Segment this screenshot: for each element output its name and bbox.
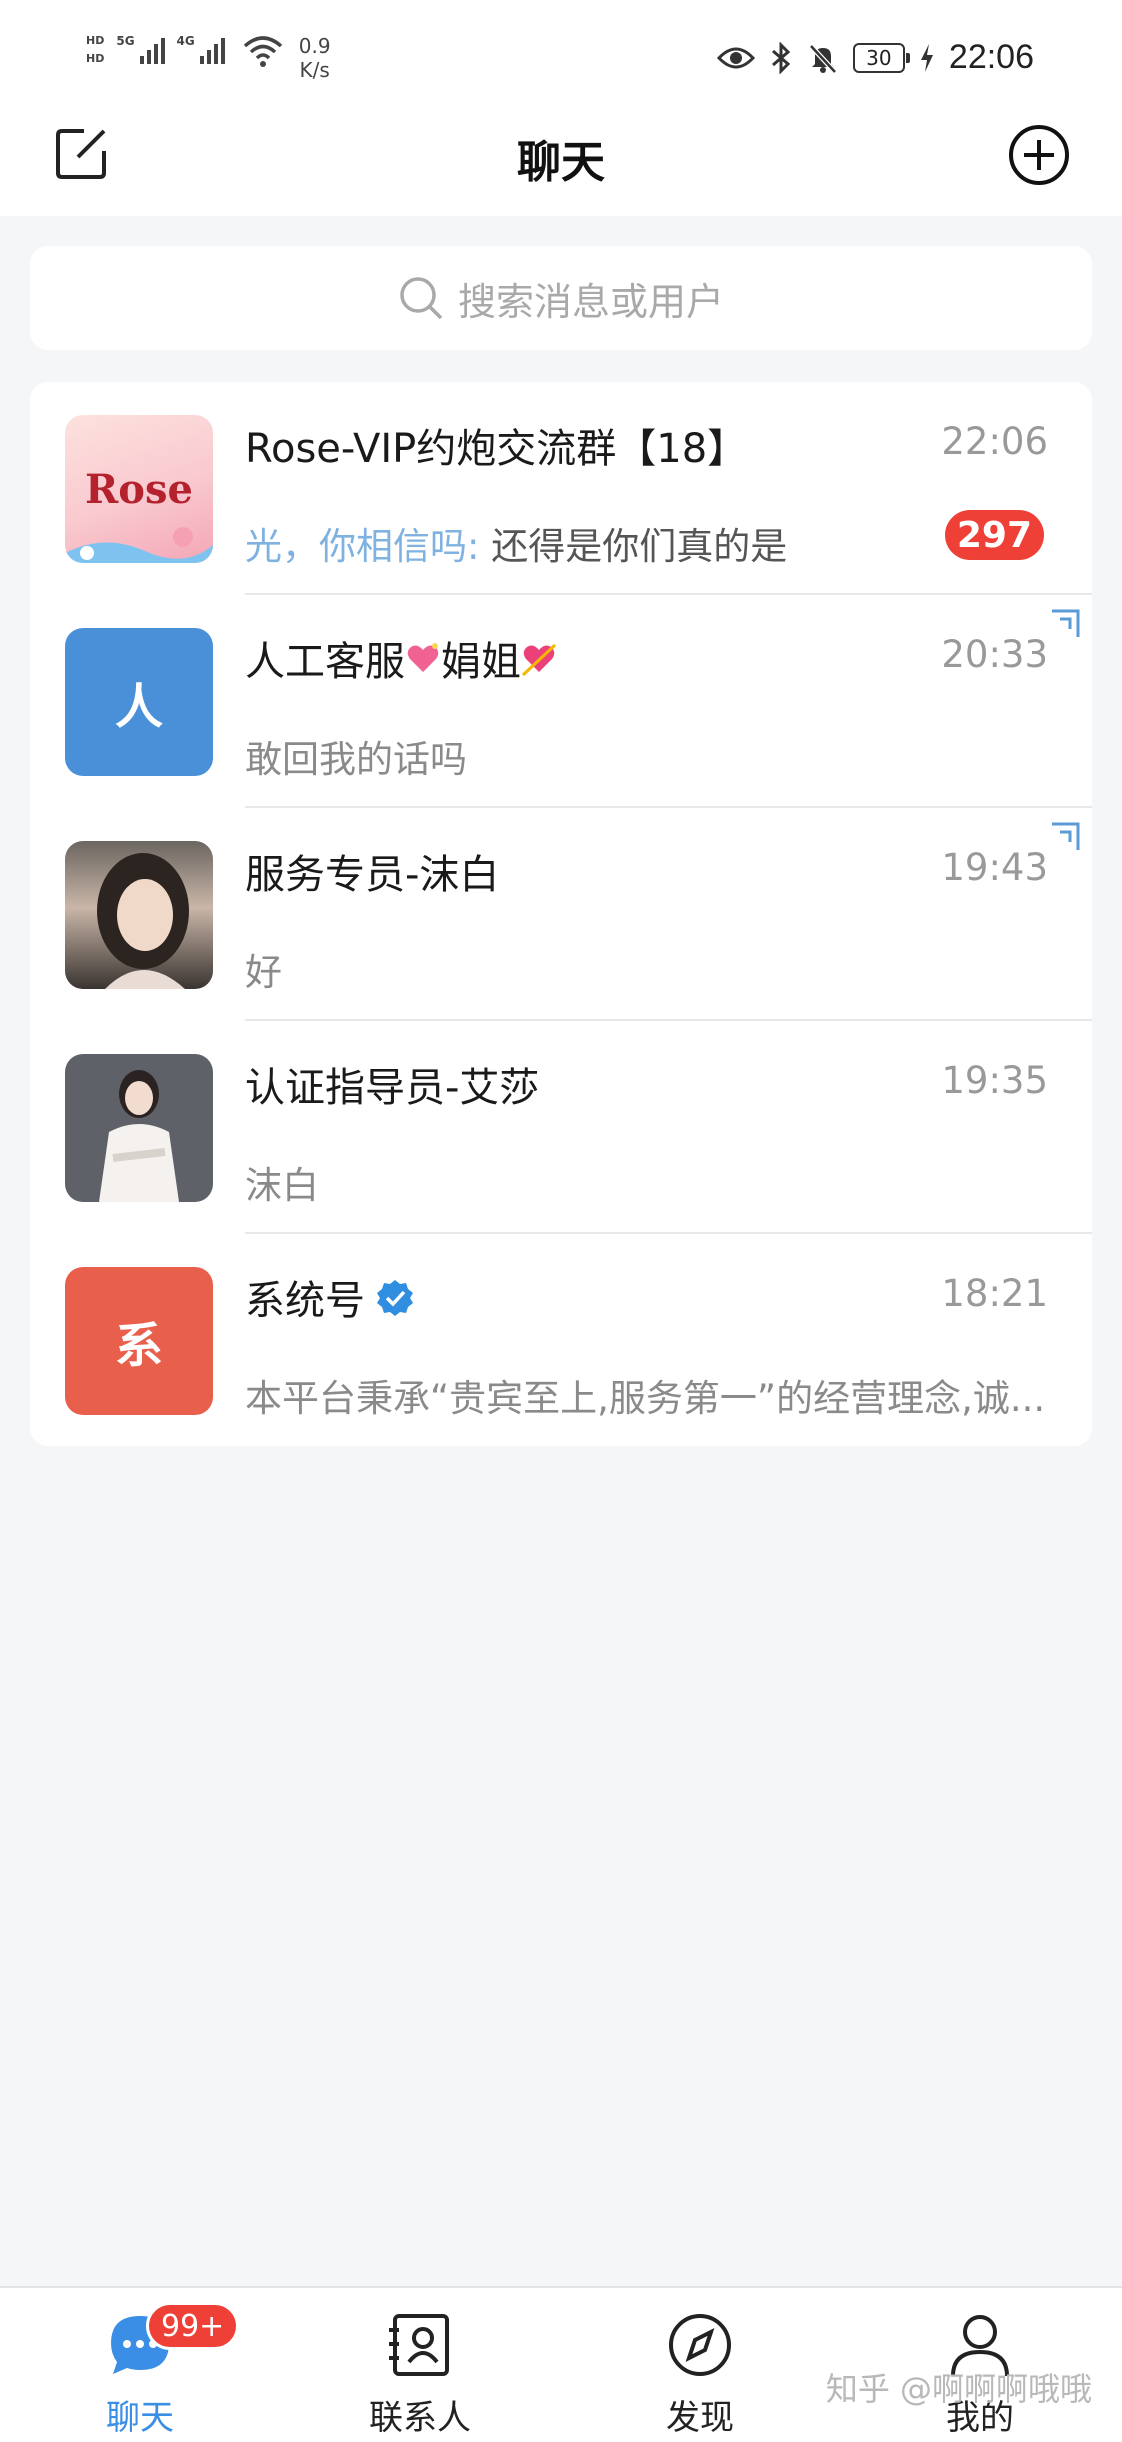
watermark: 知乎 @啊啊啊哦哦 [825,2370,1092,2408]
conversation-name-suffix: 娟姐 [441,639,521,685]
tab-discover-label: 发现 [666,2398,734,2438]
bluetooth-icon [771,41,791,74]
hd-label-1: HD [86,34,105,47]
conversation-name: 服务专员-沫白 [245,852,500,898]
tab-chat-label: 聊天 [106,2398,174,2438]
avatar-decoration [65,527,213,563]
conversation-name: 认证指导员-艾莎 [245,1065,540,1111]
status-left: HD HD 5G 4G 0.9 K/s [86,34,331,82]
status-time: 22:06 [948,38,1034,76]
avatar-rose-group: Rose [65,415,213,563]
search-placeholder: 搜索消息或用户 [457,279,724,324]
search-icon [400,277,443,320]
conversation-time: 20:33 [941,633,1048,676]
compass-icon [669,2314,731,2376]
search-input[interactable]: 搜索消息或用户 [30,246,1092,350]
app-header: 聊天 [0,110,1122,216]
avatar-letter: 人 [114,679,163,735]
contacts-icon [389,2314,449,2376]
battery-level: 30 [866,45,892,70]
conversation-preview: 好 [245,951,282,994]
preview-text: 还得是你们真的是 [479,525,788,568]
conversation-item[interactable]: 系 系统号 18:21 本平台秉承“贵宾至上,服务第一”的经营理念,诚... [30,1234,1092,1446]
conversation-preview: 敢回我的话吗 [245,738,467,781]
charging-icon [920,43,933,72]
conversation-time: 19:43 [941,846,1048,889]
wifi-icon [243,36,282,67]
bell-muted-icon [809,43,837,74]
avatar-letter: 系 [114,1318,163,1374]
unread-badge: 297 [944,510,1044,560]
conversation-item[interactable]: Rose Rose-VIP约炮交流群【18】 22:06 光，你相信吗: 还得是… [30,382,1092,595]
preview-sender: 光，你相信吗: [245,525,480,568]
conversation-time: 19:35 [941,1059,1048,1102]
avatar-photo-mobai [65,841,213,989]
pinned-corner-icon [1052,609,1080,637]
tab-contacts[interactable]: 联系人 [320,2302,520,2442]
portrait-image [99,1070,179,1202]
verified-badge-icon [377,1280,413,1316]
tab-contacts-label: 联系人 [369,2398,471,2438]
avatar-customer-service: 人 [65,628,213,776]
conversation-time: 18:21 [941,1272,1048,1315]
avatar-label: Rose [85,465,193,513]
battery-indicator: 30 [852,42,910,73]
signal-4g-icon: 4G [177,34,225,64]
eye-icon [716,47,755,68]
tab-chat[interactable]: 聊天 99+ [40,2302,240,2442]
avatar-system: 系 [65,1267,213,1415]
conversation-item[interactable]: 认证指导员-艾莎 19:35 沫白 [30,1021,1092,1234]
conversation-name: 系统号 [245,1268,415,1326]
network-label-4g: 4G [176,34,195,48]
conversation-time: 22:06 [941,420,1048,463]
conversation-name-main: 系统号 [245,1278,365,1324]
tab-discover[interactable]: 发现 [600,2302,800,2442]
network-label-5g: 5G [116,34,135,48]
conversation-item[interactable]: 服务专员-沫白 19:43 好 [30,808,1092,1021]
hd-indicators: HD HD [86,34,104,66]
status-right: 30 22:06 [716,38,1034,77]
portrait-image [97,853,189,989]
status-bar: HD HD 5G 4G 0.9 K/s 30 22:06 [0,0,1122,110]
chat-screen: HD HD 5G 4G 0.9 K/s 30 22:06 聊天 搜索消息或用户 … [0,0,1122,2442]
conversation-name: 人工客服 娟姐 [245,629,557,687]
conversation-name: Rose-VIP约炮交流群【18】 [245,426,748,472]
sparkling-heart-icon [407,643,439,672]
conversation-name-main: 人工客服 [245,639,405,685]
speed-value: 0.9 [298,34,331,58]
conversation-list: Rose Rose-VIP约炮交流群【18】 22:06 光，你相信吗: 还得是… [30,382,1092,1446]
hd-label-2: HD [86,52,105,65]
conversation-item[interactable]: 人 人工客服 娟姐 20:33 敢回我的话吗 [30,595,1092,808]
chat-unread-badge: 99+ [146,2302,240,2350]
pinned-corner-icon [1052,822,1080,850]
avatar-photo-aisha [65,1054,213,1202]
page-title: 聊天 [517,137,605,188]
conversation-preview: 沫白 [245,1164,319,1207]
conversation-preview: 本平台秉承“贵宾至上,服务第一”的经营理念,诚... [245,1377,1046,1420]
conversation-preview: 光，你相信吗: 还得是你们真的是 [245,516,885,570]
network-speed: 0.9 K/s [299,34,331,82]
signal-5g-icon: 5G [116,34,165,64]
heart-arrow-icon [521,643,557,677]
speed-unit: K/s [299,58,330,82]
add-circle-icon[interactable] [1008,124,1070,186]
